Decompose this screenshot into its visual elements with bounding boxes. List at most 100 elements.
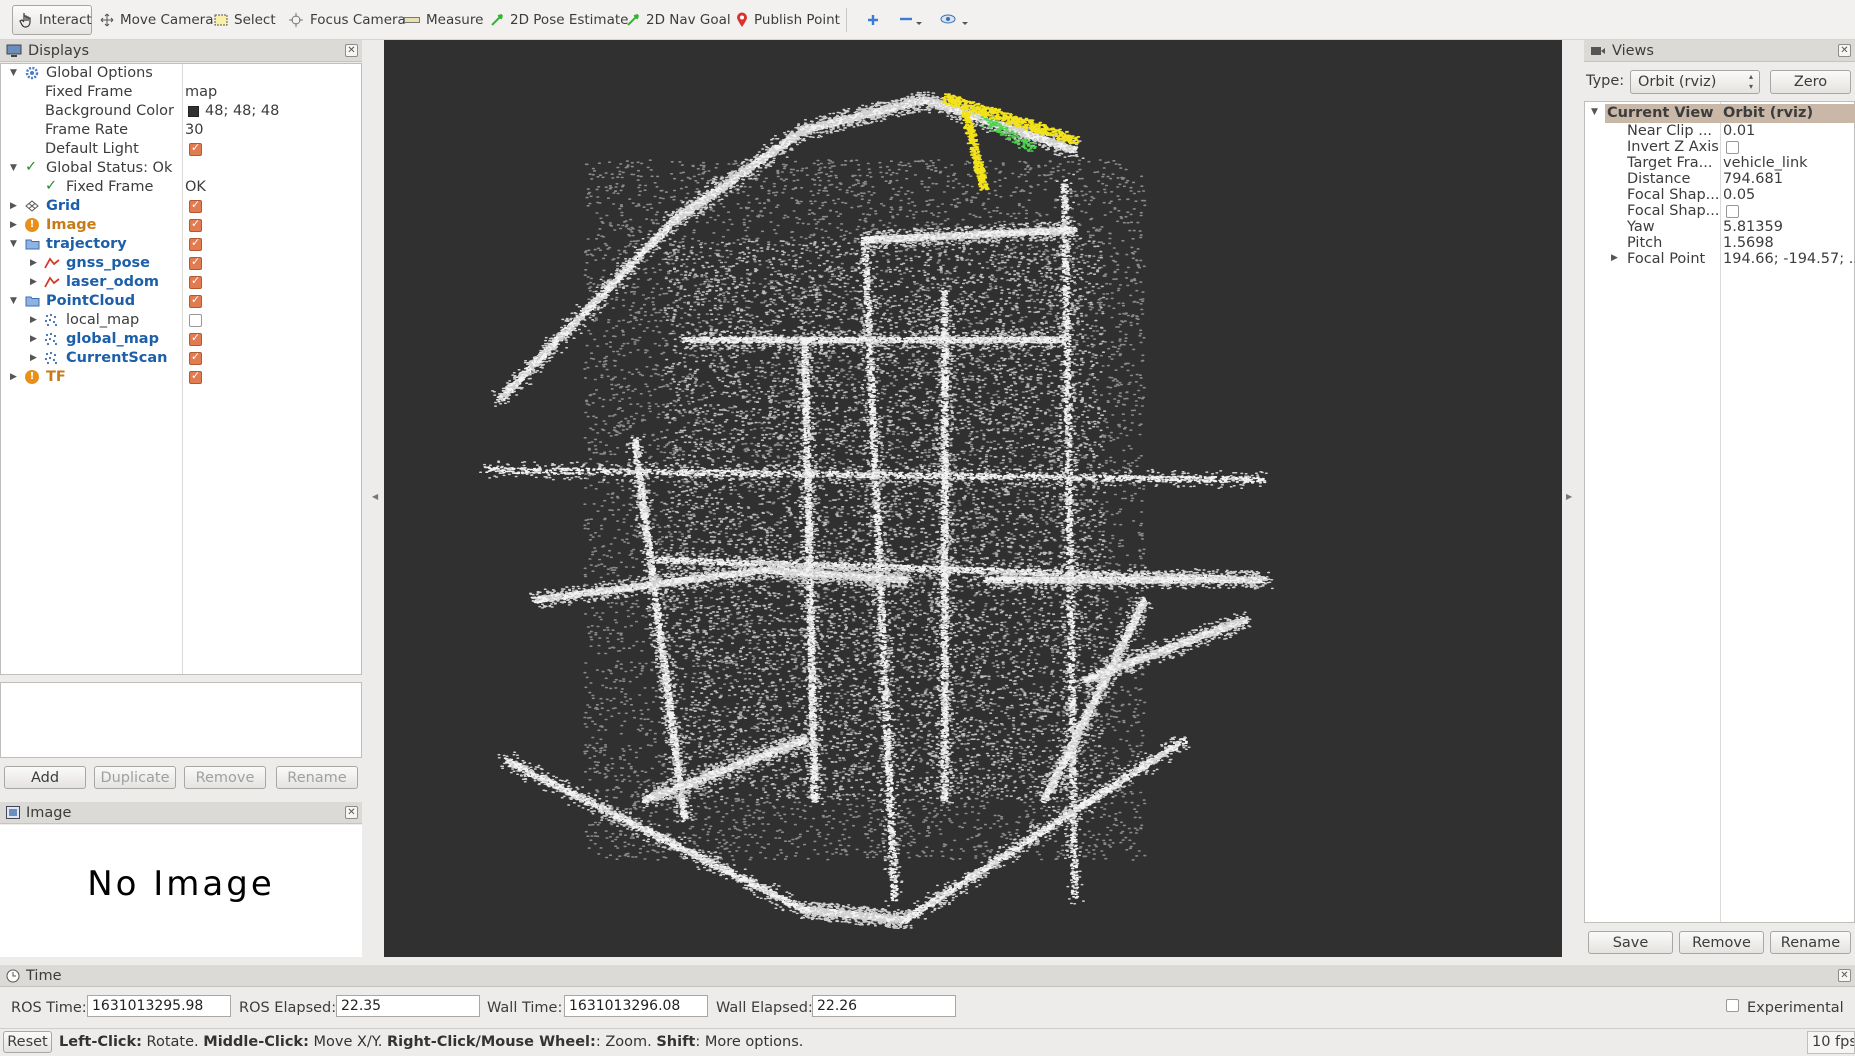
trajectory-checkbox[interactable]	[189, 236, 202, 251]
view-prop-row[interactable]: ▶ Focal Point 194.66; -194.57; ...	[1585, 251, 1855, 267]
image-checkbox[interactable]	[189, 217, 202, 232]
global-map-checkbox[interactable]	[189, 331, 202, 346]
experimental-checkbox[interactable]	[1726, 999, 1739, 1012]
collapse-left-handle[interactable]: ◀	[372, 492, 378, 501]
expand-down-icon[interactable]: ▼	[10, 296, 17, 306]
tree-row-background-color[interactable]: Background Color 48; 48; 48	[1, 102, 361, 121]
focus-camera-tool-button[interactable]: Focus Camera	[282, 5, 412, 35]
expand-right-icon[interactable]: ▶	[30, 258, 37, 268]
move-camera-tool-button[interactable]: Move Camera	[94, 5, 219, 35]
current-scan-checkbox[interactable]	[189, 350, 202, 365]
select-tool-button[interactable]: Select	[208, 5, 282, 35]
tree-row-frame-rate[interactable]: Frame Rate 30	[1, 121, 361, 140]
view-prop-row[interactable]: Pitch 1.5698	[1585, 235, 1854, 251]
tree-row-global-map[interactable]: ▶ global_map	[1, 330, 361, 349]
tree-row-gnss-pose[interactable]: ▶ gnss_pose	[1, 254, 361, 273]
wall-elapsed-field[interactable]: 22.26	[812, 995, 956, 1017]
expand-down-icon[interactable]: ▼	[10, 239, 17, 249]
tree-row-current-scan[interactable]: ▶ CurrentScan	[1, 349, 361, 368]
view-prop-value[interactable]: 0.05	[1723, 187, 1755, 203]
pointcloud-checkbox[interactable]	[189, 293, 202, 308]
close-icon[interactable]: ✕	[345, 44, 358, 57]
tree-row-fixed-frame-status[interactable]: ✓ Fixed Frame OK	[1, 178, 361, 197]
view-prop-row[interactable]: Focal Shap...	[1585, 203, 1854, 219]
tree-row-global-status[interactable]: ▼ ✓ Global Status: Ok	[1, 159, 361, 178]
fixed-frame-value[interactable]: map	[185, 84, 217, 100]
remove-view-button[interactable]: Remove	[1679, 931, 1764, 954]
measure-tool-button[interactable]: Measure	[398, 5, 489, 35]
tree-row-grid[interactable]: ▶ Grid	[1, 197, 361, 216]
close-icon[interactable]: ✕	[1838, 969, 1851, 982]
nav-goal-tool-button[interactable]: 2D Nav Goal	[620, 5, 737, 35]
expand-right-icon[interactable]: ▶	[30, 334, 37, 344]
view-type-select[interactable]: Orbit (rviz) ▴ ▾	[1630, 70, 1760, 94]
expand-down-icon[interactable]: ▼	[10, 68, 17, 78]
expand-right-icon[interactable]: ▶	[10, 220, 17, 230]
tree-row-image[interactable]: ▶ ! Image	[1, 216, 361, 235]
expand-down-icon[interactable]: ▼	[10, 163, 17, 173]
gnss-pose-checkbox[interactable]	[189, 255, 202, 270]
tree-row-trajectory[interactable]: ▼ trajectory	[1, 235, 361, 254]
view-prop-row[interactable]: Target Fra... vehicle_link	[1585, 155, 1854, 171]
view-prop-value[interactable]: 0.01	[1723, 123, 1755, 139]
expand-right-icon[interactable]: ▶	[10, 201, 17, 211]
remove-display-button[interactable]: Remove	[184, 766, 266, 789]
view-prop-row[interactable]: Near Clip ... 0.01	[1585, 123, 1854, 139]
current-view-header[interactable]: ▼ Current View Orbit (rviz)	[1591, 104, 1855, 123]
view-prop-value[interactable]: 1.5698	[1723, 235, 1774, 251]
camera-type-tool-button[interactable]	[934, 5, 976, 35]
reset-button[interactable]: Reset	[3, 1031, 52, 1053]
tree-row-pointcloud[interactable]: ▼ PointCloud	[1, 292, 361, 311]
tree-row-local-map[interactable]: ▶ local_map	[1, 311, 361, 330]
tree-row-default-light[interactable]: Default Light	[1, 140, 361, 159]
view-prop-row[interactable]: Yaw 5.81359	[1585, 219, 1854, 235]
add-display-button[interactable]: Add	[4, 766, 86, 789]
frame-rate-value[interactable]: 30	[185, 122, 203, 138]
experimental-label: Experimental	[1747, 1000, 1844, 1016]
tree-row-tf[interactable]: ▶ ! TF	[1, 368, 361, 387]
view-prop-value[interactable]: 5.81359	[1723, 219, 1783, 235]
tree-row-global-options[interactable]: ▼ Global Options	[1, 64, 361, 83]
rename-display-button[interactable]: Rename	[276, 766, 358, 789]
view-prop-checkbox[interactable]	[1726, 205, 1739, 218]
expand-right-icon[interactable]: ▶	[1611, 253, 1618, 263]
view-prop-row[interactable]: Invert Z Axis	[1585, 139, 1854, 155]
close-icon[interactable]: ✕	[345, 806, 358, 819]
view-prop-value[interactable]: 194.66; -194.57; ...	[1723, 251, 1855, 267]
wall-time-field[interactable]: 1631013296.08	[564, 995, 708, 1017]
grid-checkbox[interactable]	[189, 198, 202, 213]
duplicate-display-button[interactable]: Duplicate	[94, 766, 176, 789]
view-prop-value[interactable]: 794.681	[1723, 171, 1783, 187]
expand-right-icon[interactable]: ▶	[30, 315, 37, 325]
ros-time-field[interactable]: 1631013295.98	[87, 995, 231, 1017]
interact-tool-button[interactable]: Interact	[12, 5, 92, 35]
tf-checkbox[interactable]	[189, 369, 202, 384]
default-light-checkbox[interactable]	[189, 141, 202, 156]
expand-right-icon[interactable]: ▶	[10, 372, 17, 382]
view-prop-value[interactable]: vehicle_link	[1723, 155, 1808, 171]
remove-tool-button[interactable]	[892, 5, 930, 35]
gnss-pose-label: gnss_pose	[66, 255, 151, 271]
rename-view-button[interactable]: Rename	[1770, 931, 1851, 954]
background-color-value[interactable]: 48; 48; 48	[205, 103, 279, 119]
expand-down-icon[interactable]: ▼	[1591, 107, 1598, 117]
save-view-button[interactable]: Save	[1588, 931, 1673, 954]
pose-estimate-tool-button[interactable]: 2D Pose Estimate	[484, 5, 634, 35]
laser-odom-checkbox[interactable]	[189, 274, 202, 289]
local-map-checkbox[interactable]	[189, 314, 202, 327]
view-prop-checkbox[interactable]	[1726, 141, 1739, 154]
view-prop-row[interactable]: Distance 794.681	[1585, 171, 1854, 187]
collapse-right-handle[interactable]: ▶	[1566, 492, 1572, 501]
tree-row-laser-odom[interactable]: ▶ laser_odom	[1, 273, 361, 292]
3d-render-viewport[interactable]	[384, 40, 1562, 957]
add-tool-button[interactable]	[860, 5, 886, 35]
expand-right-icon[interactable]: ▶	[30, 277, 37, 287]
view-prop-row[interactable]: Focal Shap... 0.05	[1585, 187, 1854, 203]
close-icon[interactable]: ✕	[1838, 44, 1851, 57]
tree-row-fixed-frame[interactable]: Fixed Frame map	[1, 83, 361, 102]
color-swatch[interactable]	[188, 106, 199, 117]
zero-view-button[interactable]: Zero	[1770, 70, 1851, 94]
publish-point-tool-button[interactable]: Publish Point	[730, 5, 846, 35]
expand-right-icon[interactable]: ▶	[30, 353, 37, 363]
ros-elapsed-field[interactable]: 22.35	[336, 995, 480, 1017]
